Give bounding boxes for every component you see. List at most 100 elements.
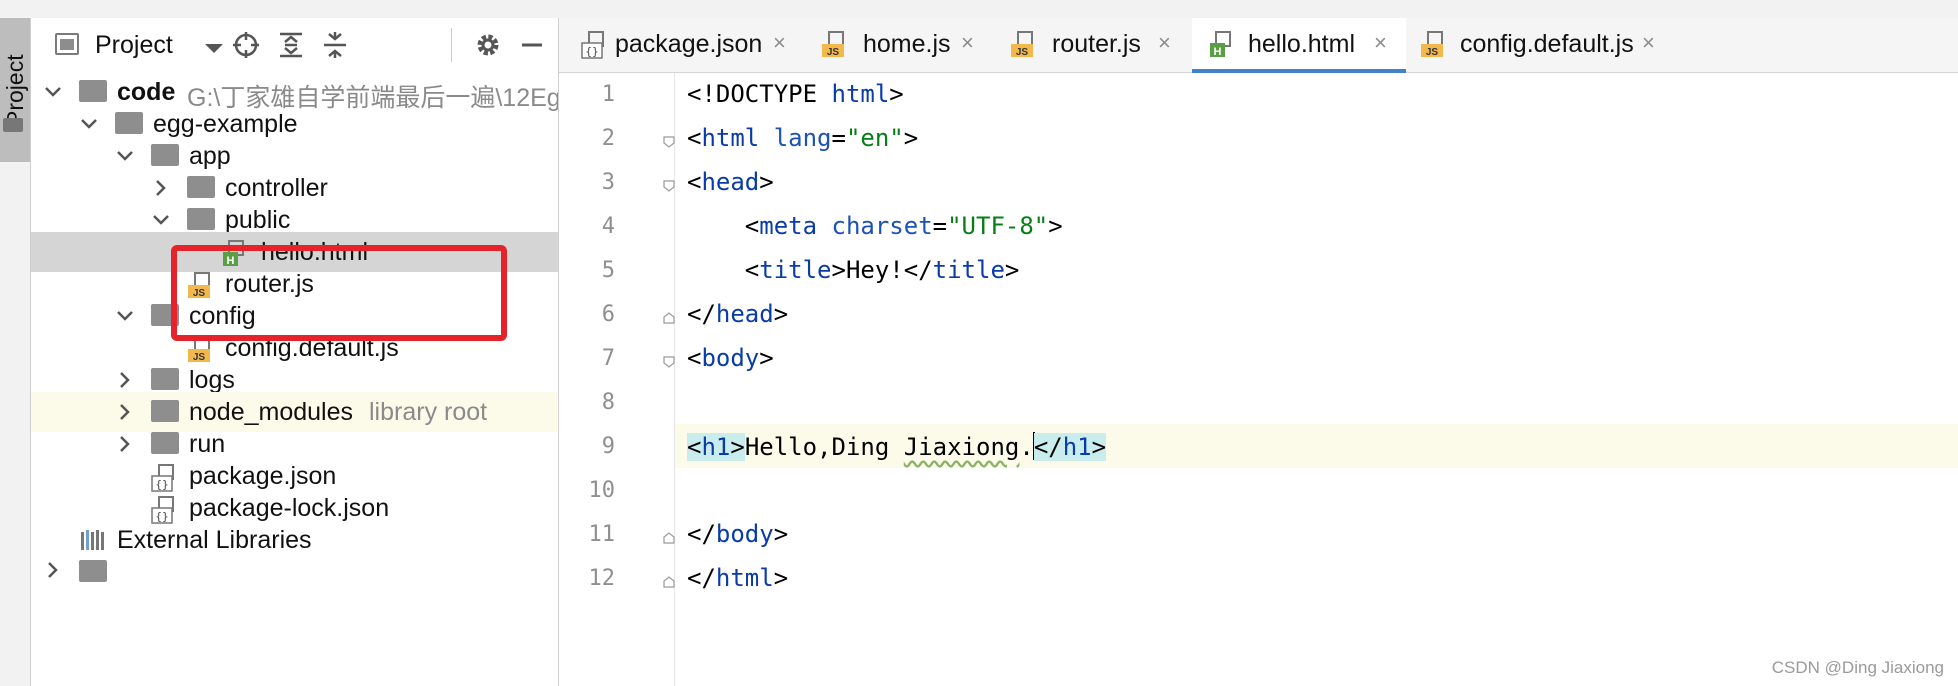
bracket: > bbox=[773, 520, 789, 548]
folder-icon bbox=[187, 176, 215, 198]
line-number: 4 bbox=[601, 214, 615, 239]
editor-tabs: {} package.json × JS home.js × JS router… bbox=[559, 18, 1958, 73]
code-line-3[interactable]: <head> bbox=[687, 168, 774, 196]
code-line-6[interactable]: </head> bbox=[687, 300, 788, 328]
library-icon bbox=[81, 530, 104, 550]
js-file-icon: JS bbox=[1421, 31, 1443, 58]
tree-item-label: egg-example bbox=[153, 110, 298, 138]
attr-value: "UTF-8" bbox=[947, 212, 1049, 240]
fold-marker-icon[interactable] bbox=[663, 180, 675, 192]
line-number: 1 bbox=[601, 82, 615, 107]
hide-panel-button[interactable] bbox=[515, 28, 549, 62]
code-line-2[interactable]: <html lang="en"> bbox=[687, 124, 918, 152]
folder-icon bbox=[151, 368, 179, 390]
chevron-right-icon[interactable] bbox=[43, 560, 63, 580]
crosshair-icon bbox=[233, 32, 259, 58]
bracket: < bbox=[687, 344, 702, 372]
bracket: > bbox=[1004, 256, 1020, 284]
code-line-4[interactable]: <meta charset="UTF-8"> bbox=[687, 212, 1063, 240]
tree-item-label: config.default.js bbox=[225, 334, 399, 362]
tag-name: html bbox=[715, 564, 774, 592]
bracket: > bbox=[773, 564, 789, 592]
line-number: 7 bbox=[601, 346, 615, 371]
tab-label: router.js bbox=[1052, 30, 1141, 58]
tag-name: head bbox=[701, 168, 760, 196]
expand-all-button[interactable] bbox=[274, 28, 308, 62]
folder-icon bbox=[151, 304, 179, 326]
tree-item-external-libraries[interactable]: External Libraries bbox=[31, 520, 558, 560]
chevron-right-icon[interactable] bbox=[151, 178, 171, 198]
fold-marker-icon[interactable] bbox=[663, 356, 675, 368]
tab-label: hello.html bbox=[1248, 30, 1355, 58]
chevron-right-icon[interactable] bbox=[115, 370, 135, 390]
close-icon[interactable]: × bbox=[961, 30, 974, 56]
svg-text:JS: JS bbox=[827, 47, 840, 58]
text-content: Hello,Ding bbox=[744, 433, 904, 461]
tab-home-js[interactable]: JS home.js × bbox=[799, 18, 986, 72]
chevron-down-icon[interactable] bbox=[151, 210, 171, 230]
bracket: < bbox=[744, 256, 760, 284]
tree-item-label: code bbox=[117, 78, 176, 106]
tag-name: html bbox=[701, 124, 760, 152]
chevron-down-icon[interactable] bbox=[115, 146, 135, 166]
tree-item-label: app bbox=[189, 142, 231, 170]
chevron-down-icon[interactable] bbox=[115, 306, 135, 326]
tab-config-default-js[interactable]: JS config.default.js × bbox=[1406, 18, 1676, 72]
attr-name: charset bbox=[817, 212, 933, 240]
tree-item-label: package.json bbox=[189, 462, 337, 490]
close-icon[interactable]: × bbox=[1642, 30, 1655, 56]
tab-router-js[interactable]: JS router.js × bbox=[986, 18, 1184, 72]
code-line-5[interactable]: <title>Hey!</title> bbox=[687, 256, 1020, 284]
bracket: > bbox=[1048, 212, 1063, 240]
chevron-right-icon[interactable] bbox=[115, 434, 135, 454]
code-line-9[interactable]: <h1>Hello,Ding Jiaxiong.</h1> bbox=[687, 432, 1107, 461]
line-number: 2 bbox=[601, 126, 615, 151]
code-line-7[interactable]: <body> bbox=[687, 344, 774, 372]
tab-label: package.json bbox=[615, 30, 763, 58]
svg-text:{}: {} bbox=[585, 45, 598, 58]
watermark: CSDN @Ding Jiaxiong bbox=[1771, 658, 1944, 677]
close-icon[interactable]: × bbox=[773, 30, 786, 56]
close-icon[interactable]: × bbox=[1374, 30, 1387, 56]
bracket: > bbox=[831, 256, 846, 284]
bracket: </ bbox=[687, 564, 716, 592]
bracket: </ bbox=[687, 520, 716, 548]
fold-marker-icon[interactable] bbox=[663, 576, 675, 588]
matched-tag-close: </h1> bbox=[1033, 433, 1107, 461]
project-tool-window-label[interactable]: Project bbox=[2, 54, 29, 126]
collapse-all-button[interactable] bbox=[318, 28, 352, 62]
tree-item-label: hello.html bbox=[261, 238, 368, 266]
minimize-icon bbox=[522, 43, 542, 47]
tree-item-scratches[interactable] bbox=[31, 556, 558, 596]
chevron-right-icon[interactable] bbox=[115, 402, 135, 422]
bracket: < bbox=[687, 168, 702, 196]
fold-marker-icon[interactable] bbox=[663, 532, 675, 544]
code-line-12[interactable]: </html> bbox=[687, 564, 788, 592]
tree-item-label: router.js bbox=[225, 270, 314, 298]
close-icon[interactable]: × bbox=[1158, 30, 1171, 56]
tab-package-json[interactable]: {} package.json × bbox=[559, 18, 799, 72]
folder-icon bbox=[3, 118, 23, 132]
chevron-down-icon[interactable] bbox=[43, 82, 63, 102]
spellcheck-word: Jiaxiong bbox=[903, 433, 1020, 461]
locate-file-button[interactable] bbox=[229, 28, 263, 62]
expand-all-icon bbox=[280, 32, 302, 58]
js-file-icon: JS bbox=[1011, 31, 1033, 58]
line-number: 6 bbox=[601, 302, 615, 327]
tab-hello-html[interactable]: H hello.html × bbox=[1192, 18, 1406, 73]
attr-name: lang bbox=[759, 124, 832, 152]
chevron-down-icon[interactable] bbox=[79, 114, 99, 134]
fold-marker-icon[interactable] bbox=[663, 136, 675, 148]
chevron-down-icon[interactable] bbox=[205, 44, 223, 53]
fold-marker-icon[interactable] bbox=[663, 312, 675, 324]
line-number: 9 bbox=[601, 434, 615, 459]
settings-button[interactable] bbox=[471, 28, 505, 62]
code-line-11[interactable]: </body> bbox=[687, 520, 788, 548]
tree-item-label: config bbox=[189, 302, 256, 330]
project-panel-title[interactable]: Project bbox=[95, 31, 173, 60]
text-content: . bbox=[1019, 433, 1034, 461]
code-line-1[interactable]: <!DOCTYPE html> bbox=[687, 80, 904, 108]
library-root-hint: library root bbox=[369, 398, 488, 426]
